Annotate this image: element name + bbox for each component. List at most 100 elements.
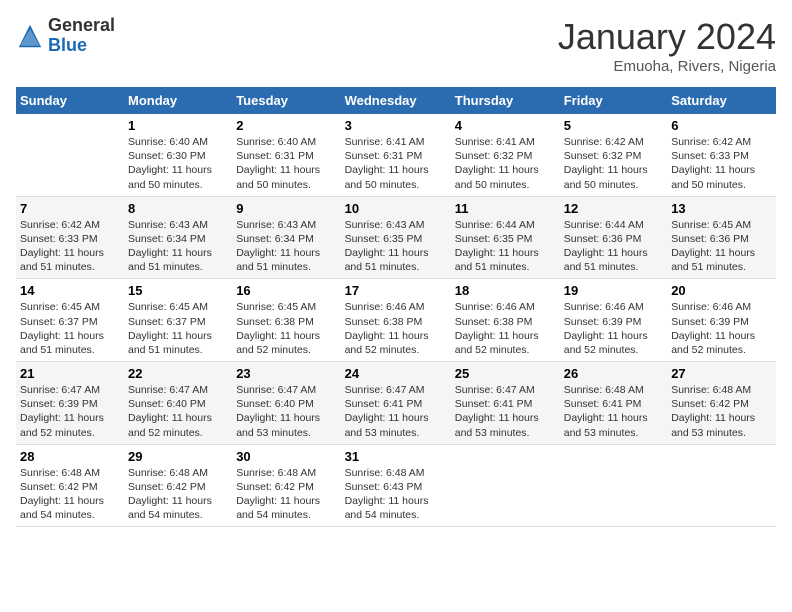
- calendar-table: SundayMondayTuesdayWednesdayThursdayFrid…: [16, 87, 776, 527]
- day-number: 24: [345, 366, 447, 381]
- day-number: 14: [20, 283, 120, 298]
- day-info: Sunrise: 6:44 AM Sunset: 6:36 PM Dayligh…: [564, 218, 663, 275]
- calendar-cell: 12 Sunrise: 6:44 AM Sunset: 6:36 PM Dayli…: [560, 196, 667, 279]
- weekday-header-row: SundayMondayTuesdayWednesdayThursdayFrid…: [16, 87, 776, 114]
- day-info: Sunrise: 6:46 AM Sunset: 6:38 PM Dayligh…: [345, 300, 447, 357]
- day-number: 25: [455, 366, 556, 381]
- day-info: Sunrise: 6:46 AM Sunset: 6:38 PM Dayligh…: [455, 300, 556, 357]
- day-number: 31: [345, 449, 447, 464]
- logo: General Blue: [16, 16, 115, 56]
- calendar-cell: 15 Sunrise: 6:45 AM Sunset: 6:37 PM Dayli…: [124, 279, 232, 362]
- calendar-cell: 30 Sunrise: 6:48 AM Sunset: 6:42 PM Dayli…: [232, 444, 340, 527]
- day-info: Sunrise: 6:48 AM Sunset: 6:42 PM Dayligh…: [236, 466, 336, 523]
- logo-general-text: General: [48, 15, 115, 35]
- day-number: 7: [20, 201, 120, 216]
- logo-text: General Blue: [48, 16, 115, 56]
- day-info: Sunrise: 6:47 AM Sunset: 6:40 PM Dayligh…: [236, 383, 336, 440]
- day-info: Sunrise: 6:48 AM Sunset: 6:43 PM Dayligh…: [345, 466, 447, 523]
- calendar-cell: 14Sunrise: 6:45 AM Sunset: 6:37 PM Dayli…: [16, 279, 124, 362]
- calendar-cell: 27Sunrise: 6:48 AM Sunset: 6:42 PM Dayli…: [667, 362, 776, 445]
- calendar-cell: [16, 114, 124, 196]
- day-info: Sunrise: 6:47 AM Sunset: 6:41 PM Dayligh…: [345, 383, 447, 440]
- day-info: Sunrise: 6:42 AM Sunset: 6:32 PM Dayligh…: [564, 135, 663, 192]
- calendar-cell: 23 Sunrise: 6:47 AM Sunset: 6:40 PM Dayli…: [232, 362, 340, 445]
- page-header: General Blue January 2024 Emuoha, Rivers…: [16, 16, 776, 75]
- weekday-header-wednesday: Wednesday: [341, 87, 451, 114]
- day-number: 11: [455, 201, 556, 216]
- calendar-cell: 21Sunrise: 6:47 AM Sunset: 6:39 PM Dayli…: [16, 362, 124, 445]
- day-number: 23: [236, 366, 336, 381]
- calendar-cell: [451, 444, 560, 527]
- location: Emuoha, Rivers, Nigeria: [558, 58, 776, 75]
- day-info: Sunrise: 6:43 AM Sunset: 6:34 PM Dayligh…: [128, 218, 228, 275]
- weekday-header-sunday: Sunday: [16, 87, 124, 114]
- day-number: 19: [564, 283, 663, 298]
- calendar-cell: 9Sunrise: 6:43 AM Sunset: 6:34 PM Daylig…: [232, 196, 340, 279]
- day-number: 5: [564, 118, 663, 133]
- calendar-body: 1 Sunrise: 6:40 AM Sunset: 6:30 PM Daylig…: [16, 114, 776, 527]
- calendar-cell: 29 Sunrise: 6:48 AM Sunset: 6:42 PM Dayli…: [124, 444, 232, 527]
- calendar-cell: 25 Sunrise: 6:47 AM Sunset: 6:41 PM Dayli…: [451, 362, 560, 445]
- day-info: Sunrise: 6:42 AM Sunset: 6:33 PM Dayligh…: [20, 218, 120, 275]
- day-number: 9: [236, 201, 336, 216]
- weekday-header-tuesday: Tuesday: [232, 87, 340, 114]
- day-info: Sunrise: 6:45 AM Sunset: 6:36 PM Dayligh…: [671, 218, 772, 275]
- calendar-cell: 7 Sunrise: 6:42 AM Sunset: 6:33 PM Daylig…: [16, 196, 124, 279]
- day-number: 18: [455, 283, 556, 298]
- calendar-cell: 10 Sunrise: 6:43 AM Sunset: 6:35 PM Dayli…: [341, 196, 451, 279]
- day-number: 10: [345, 201, 447, 216]
- calendar-cell: 3Sunrise: 6:41 AM Sunset: 6:31 PM Daylig…: [341, 114, 451, 196]
- week-row-2: 7 Sunrise: 6:42 AM Sunset: 6:33 PM Daylig…: [16, 196, 776, 279]
- calendar-cell: 22 Sunrise: 6:47 AM Sunset: 6:40 PM Dayli…: [124, 362, 232, 445]
- day-number: 20: [671, 283, 772, 298]
- day-number: 12: [564, 201, 663, 216]
- day-number: 17: [345, 283, 447, 298]
- calendar-cell: 31 Sunrise: 6:48 AM Sunset: 6:43 PM Dayli…: [341, 444, 451, 527]
- day-info: Sunrise: 6:48 AM Sunset: 6:42 PM Dayligh…: [20, 466, 120, 523]
- day-number: 22: [128, 366, 228, 381]
- calendar-cell: 24 Sunrise: 6:47 AM Sunset: 6:41 PM Dayli…: [341, 362, 451, 445]
- calendar-cell: [560, 444, 667, 527]
- logo-blue-text: Blue: [48, 35, 87, 55]
- day-number: 4: [455, 118, 556, 133]
- day-info: Sunrise: 6:48 AM Sunset: 6:42 PM Dayligh…: [128, 466, 228, 523]
- calendar-cell: 19 Sunrise: 6:46 AM Sunset: 6:39 PM Dayli…: [560, 279, 667, 362]
- day-number: 6: [671, 118, 772, 133]
- calendar-cell: [667, 444, 776, 527]
- day-number: 1: [128, 118, 228, 133]
- day-number: 13: [671, 201, 772, 216]
- title-block: January 2024 Emuoha, Rivers, Nigeria: [558, 16, 776, 75]
- day-number: 8: [128, 201, 228, 216]
- day-info: Sunrise: 6:46 AM Sunset: 6:39 PM Dayligh…: [564, 300, 663, 357]
- logo-icon: [16, 22, 44, 50]
- day-number: 29: [128, 449, 228, 464]
- day-number: 26: [564, 366, 663, 381]
- calendar-cell: 8 Sunrise: 6:43 AM Sunset: 6:34 PM Daylig…: [124, 196, 232, 279]
- calendar-cell: 28 Sunrise: 6:48 AM Sunset: 6:42 PM Dayli…: [16, 444, 124, 527]
- day-info: Sunrise: 6:40 AM Sunset: 6:30 PM Dayligh…: [128, 135, 228, 192]
- calendar-cell: 2Sunrise: 6:40 AM Sunset: 6:31 PM Daylig…: [232, 114, 340, 196]
- day-number: 28: [20, 449, 120, 464]
- weekday-header-thursday: Thursday: [451, 87, 560, 114]
- day-info: Sunrise: 6:47 AM Sunset: 6:39 PM Dayligh…: [20, 383, 120, 440]
- calendar-cell: 16Sunrise: 6:45 AM Sunset: 6:38 PM Dayli…: [232, 279, 340, 362]
- day-number: 16: [236, 283, 336, 298]
- day-number: 15: [128, 283, 228, 298]
- day-info: Sunrise: 6:42 AM Sunset: 6:33 PM Dayligh…: [671, 135, 772, 192]
- calendar-cell: 5 Sunrise: 6:42 AM Sunset: 6:32 PM Daylig…: [560, 114, 667, 196]
- calendar-cell: 6 Sunrise: 6:42 AM Sunset: 6:33 PM Daylig…: [667, 114, 776, 196]
- day-info: Sunrise: 6:40 AM Sunset: 6:31 PM Dayligh…: [236, 135, 336, 192]
- calendar-cell: 20Sunrise: 6:46 AM Sunset: 6:39 PM Dayli…: [667, 279, 776, 362]
- day-info: Sunrise: 6:47 AM Sunset: 6:41 PM Dayligh…: [455, 383, 556, 440]
- day-number: 3: [345, 118, 447, 133]
- calendar-cell: 26Sunrise: 6:48 AM Sunset: 6:41 PM Dayli…: [560, 362, 667, 445]
- calendar-cell: 13 Sunrise: 6:45 AM Sunset: 6:36 PM Dayli…: [667, 196, 776, 279]
- calendar-cell: 17 Sunrise: 6:46 AM Sunset: 6:38 PM Dayli…: [341, 279, 451, 362]
- day-number: 27: [671, 366, 772, 381]
- day-info: Sunrise: 6:45 AM Sunset: 6:37 PM Dayligh…: [128, 300, 228, 357]
- day-number: 30: [236, 449, 336, 464]
- day-info: Sunrise: 6:43 AM Sunset: 6:35 PM Dayligh…: [345, 218, 447, 275]
- weekday-header-friday: Friday: [560, 87, 667, 114]
- day-info: Sunrise: 6:47 AM Sunset: 6:40 PM Dayligh…: [128, 383, 228, 440]
- calendar-cell: 18 Sunrise: 6:46 AM Sunset: 6:38 PM Dayli…: [451, 279, 560, 362]
